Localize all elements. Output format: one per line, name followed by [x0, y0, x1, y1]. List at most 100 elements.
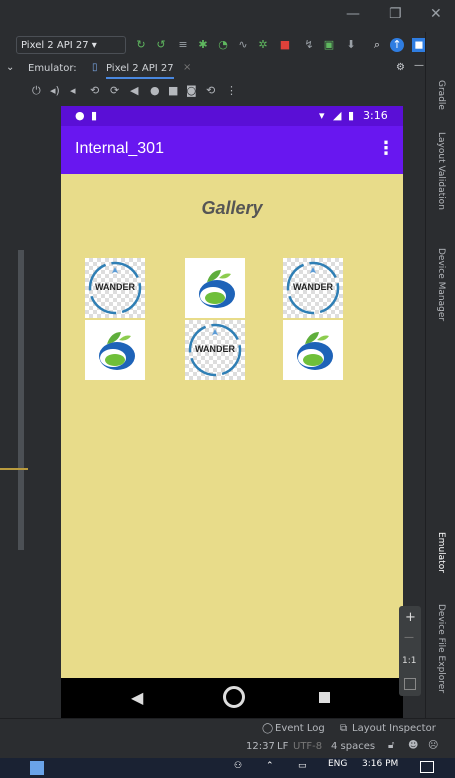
- profile-icon[interactable]: ◔: [216, 38, 230, 52]
- title-bar: [0, 0, 455, 32]
- people-icon[interactable]: ⚇: [234, 761, 242, 771]
- sync-icon[interactable]: ↯: [302, 38, 316, 52]
- left-scroll-track[interactable]: [18, 250, 24, 550]
- bottom-status-bar: ◯ Event Log ⧉ Layout Inspector 12:37 LF …: [0, 718, 455, 759]
- emulator-controls: ⏻ ◂) ◂ ⟲ ⟳ ◀ ● ■ ◙ ⟲ ⋮: [0, 80, 425, 104]
- minimize-button[interactable]: —: [346, 6, 360, 22]
- language-indicator[interactable]: ENG: [328, 759, 347, 769]
- left-marker: [0, 468, 28, 470]
- leaf-logo-icon: [199, 270, 235, 308]
- overflow-menu-icon[interactable]: ⋮: [377, 138, 395, 159]
- device-tab-icon: ▯: [92, 62, 98, 73]
- wifi-icon: ▾: [319, 109, 325, 122]
- wander-label: WANDER: [293, 282, 333, 292]
- volume-down-icon[interactable]: ◂: [70, 84, 76, 97]
- overview-icon[interactable]: ■: [168, 84, 178, 97]
- gallery-image-1[interactable]: WANDER: [85, 258, 145, 318]
- indent-setting[interactable]: 4 spaces: [331, 741, 375, 752]
- maximize-button[interactable]: ❐: [389, 6, 402, 22]
- list-icon[interactable]: ≡: [176, 38, 190, 52]
- chevron-down-icon[interactable]: ⌄: [6, 62, 14, 73]
- zoom-in-button[interactable]: +: [405, 610, 416, 625]
- nav-back-icon[interactable]: ◀: [131, 688, 143, 707]
- search-icon[interactable]: ⌕: [370, 38, 384, 52]
- run-tests-icon[interactable]: ∿: [236, 38, 250, 52]
- attach-debugger-icon[interactable]: ✲: [256, 38, 270, 52]
- device-file-explorer-tab[interactable]: Device File Explorer: [436, 604, 446, 693]
- home-icon[interactable]: ●: [150, 84, 160, 97]
- wander-label: WANDER: [195, 344, 235, 354]
- emulator-tab-bar: ⌄ Emulator: ▯ Pixel 2 API 27 × ⚙ —: [0, 58, 425, 81]
- app-title: Internal_301: [75, 140, 164, 157]
- tab-device[interactable]: Pixel 2 API 27: [106, 63, 174, 79]
- emulator-label: Emulator:: [28, 63, 77, 74]
- gallery-image-4[interactable]: [85, 320, 145, 380]
- gallery-image-5[interactable]: WANDER: [185, 320, 245, 380]
- more-icon[interactable]: ⋮: [226, 84, 237, 97]
- status-time: 3:16: [363, 109, 388, 122]
- taskbar-app-icon[interactable]: [30, 761, 44, 775]
- avd-manager-icon[interactable]: ▣: [322, 38, 336, 52]
- inspector-face-icon[interactable]: ☻: [408, 740, 418, 751]
- gallery-image-6[interactable]: [283, 320, 343, 380]
- gallery-title: Gallery: [201, 198, 263, 218]
- nav-home-icon[interactable]: [223, 686, 245, 708]
- clock[interactable]: 3:16 PM: [362, 759, 398, 769]
- update-icon[interactable]: ↑: [390, 38, 404, 52]
- emulator-tab[interactable]: Emulator: [436, 532, 446, 573]
- fit-screen-icon[interactable]: [404, 678, 416, 690]
- phone-screen: ● ▮ ▾ ◢ ▮ 3:16 Internal_301 ⋮ Gallery WA…: [61, 106, 403, 718]
- event-log-icon[interactable]: ◯: [262, 723, 273, 734]
- nav-bar: ◀: [61, 678, 403, 718]
- power-icon[interactable]: ⏻: [32, 84, 41, 98]
- back-icon[interactable]: ◀: [130, 84, 138, 97]
- left-panel: [0, 104, 28, 718]
- app-bar: Internal_301 ⋮: [61, 126, 403, 174]
- close-button[interactable]: ✕: [430, 6, 442, 22]
- cursor-position[interactable]: 12:37: [246, 741, 275, 752]
- apply-changes-icon[interactable]: ↻: [134, 38, 148, 52]
- layout-inspector-icon[interactable]: ⧉: [340, 723, 347, 734]
- os-taskbar: ⚇ ⌃ ▭ ENG 3:16 PM: [0, 758, 455, 778]
- signal-icon: ◢: [333, 109, 342, 122]
- device-manager-tab[interactable]: Device Manager: [436, 248, 446, 321]
- right-tool-strip: Gradle Layout Validation Device Manager …: [425, 32, 455, 722]
- gallery-image-3[interactable]: WANDER: [283, 258, 343, 318]
- wander-label: WANDER: [95, 282, 135, 292]
- lock-icon[interactable]: 🔓︎: [388, 740, 394, 751]
- gallery-image-2[interactable]: [185, 258, 245, 318]
- battery-icon: ▮: [348, 109, 355, 122]
- gear-icon[interactable]: ⚙: [396, 62, 405, 73]
- screenshot-icon[interactable]: ◙: [186, 84, 197, 97]
- snapshot-icon[interactable]: ⟲: [206, 84, 215, 97]
- layout-inspector-button[interactable]: Layout Inspector: [352, 723, 436, 734]
- nav-overview-icon[interactable]: [319, 692, 330, 703]
- account-icon[interactable]: ◼: [412, 38, 426, 52]
- status-bar: ● ▮ ▾ ◢ ▮ 3:16: [61, 106, 403, 126]
- event-log-button[interactable]: Event Log: [275, 723, 325, 734]
- zoom-ratio-button[interactable]: 1:1: [402, 656, 416, 666]
- device-selector[interactable]: Pixel 2 API 27 ▾: [16, 36, 126, 54]
- file-encoding[interactable]: UTF-8: [293, 741, 322, 752]
- rotate-left-icon[interactable]: ⟲: [90, 84, 99, 97]
- zoom-controls: + — 1:1: [399, 606, 421, 696]
- feedback-icon[interactable]: ☹: [428, 740, 438, 751]
- network-icon[interactable]: ▭: [298, 761, 307, 771]
- rotate-right-icon[interactable]: ⟳: [110, 84, 119, 97]
- debug-icon[interactable]: ✱: [196, 38, 210, 52]
- tab-close-icon[interactable]: ×: [183, 62, 191, 73]
- hide-icon[interactable]: —: [414, 60, 424, 71]
- zoom-out-button[interactable]: —: [404, 632, 414, 643]
- notification-icon: ●: [75, 109, 85, 122]
- notifications-icon[interactable]: [420, 761, 434, 773]
- apply-code-changes-icon[interactable]: ↺: [154, 38, 168, 52]
- leaf-logo-icon: [99, 332, 135, 370]
- gradle-tab[interactable]: Gradle: [436, 80, 446, 110]
- chevron-up-icon[interactable]: ⌃: [266, 761, 274, 771]
- volume-up-icon[interactable]: ◂): [50, 84, 60, 97]
- line-separator[interactable]: LF: [277, 741, 288, 752]
- sd-card-icon: ▮: [91, 109, 98, 122]
- sdk-manager-icon[interactable]: ⬇: [344, 38, 358, 52]
- stop-icon[interactable]: ■: [278, 38, 292, 52]
- layout-validation-tab[interactable]: Layout Validation: [436, 132, 446, 210]
